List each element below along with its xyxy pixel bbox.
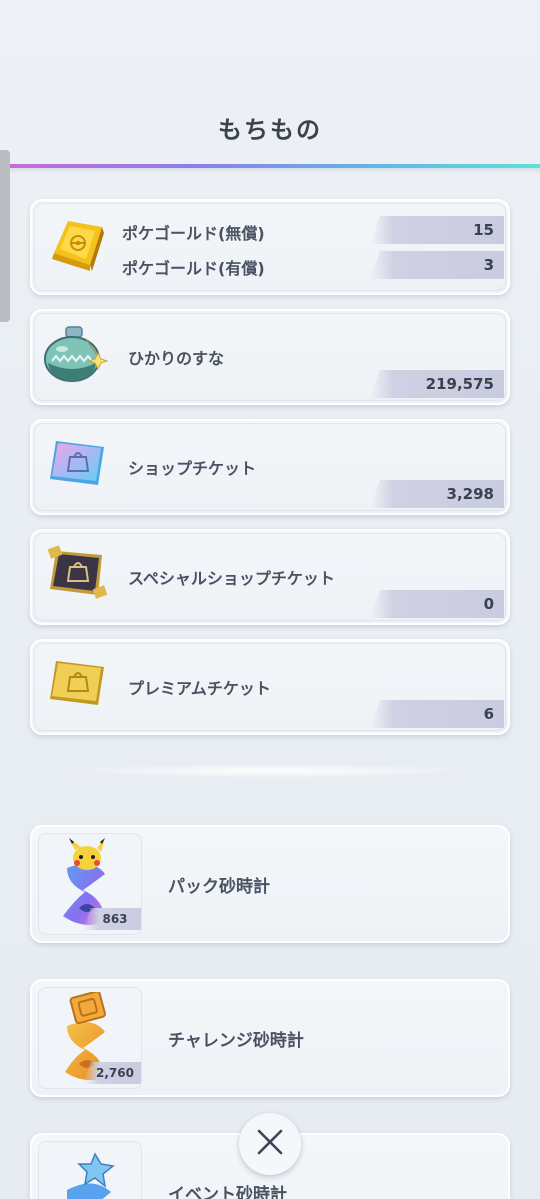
shop-ticket-value-bar: 3,298	[370, 480, 504, 508]
event-hourglass-label: イベント砂時計	[168, 1185, 287, 1199]
poke-gold-free-label: ポケゴールド(無償)	[122, 224, 265, 243]
event-hourglass-thumb	[38, 1141, 142, 1199]
special-shop-ticket-icon	[46, 543, 108, 607]
shining-sand-value: 219,575	[425, 375, 494, 393]
special-shop-ticket-label: スペシャルショップチケット	[128, 569, 335, 588]
poke-gold-paid-value: 3	[483, 256, 494, 274]
shining-sand-value-bar: 219,575	[370, 370, 504, 398]
premium-ticket-value-bar: 6	[370, 700, 504, 728]
shining-sand-bottle-icon	[42, 323, 114, 393]
poke-gold-free-value-bar: 15	[370, 216, 504, 244]
shining-sand-label: ひかりのすな	[128, 349, 225, 368]
poke-gold-paid-value-bar: 3	[370, 251, 504, 279]
close-button[interactable]	[239, 1113, 301, 1175]
page-title: もちもの	[218, 116, 322, 144]
challenge-hourglass-card[interactable]: 2,760 チャレンジ砂時計	[30, 979, 510, 1097]
event-hourglass-icon	[57, 1150, 127, 1199]
pack-hourglass-card[interactable]: 863 パック砂時計	[30, 825, 510, 943]
side-drawer-handle[interactable]	[0, 150, 10, 322]
shop-ticket-card[interactable]: ショップチケット 3,298	[30, 419, 510, 515]
pack-hourglass-count: 863	[83, 908, 141, 930]
special-shop-ticket-value-bar: 0	[370, 590, 504, 618]
accent-line-shadow	[10, 168, 540, 174]
items-page: もちもの ポケゴールド(無償) ポケゴールド(有償) 15 3 ひかりのすな 2…	[0, 0, 540, 1199]
gold-bar-icon	[46, 213, 108, 279]
close-icon	[255, 1127, 285, 1161]
poke-gold-card[interactable]: ポケゴールド(無償) ポケゴールド(有償) 15 3	[30, 199, 510, 295]
section-divider	[60, 764, 480, 778]
pack-hourglass-thumb: 863	[38, 833, 142, 935]
shop-ticket-value: 3,298	[446, 485, 494, 503]
shining-sand-card[interactable]: ひかりのすな 219,575	[30, 309, 510, 405]
pack-hourglass-label: パック砂時計	[168, 877, 270, 897]
shop-ticket-label: ショップチケット	[128, 459, 257, 478]
challenge-hourglass-count: 2,760	[83, 1062, 141, 1084]
challenge-hourglass-label: チャレンジ砂時計	[168, 1031, 304, 1051]
poke-gold-paid-label: ポケゴールド(有償)	[122, 259, 265, 278]
shop-ticket-icon	[46, 435, 108, 495]
premium-ticket-icon	[46, 655, 108, 715]
premium-ticket-value: 6	[483, 705, 494, 723]
premium-ticket-card[interactable]: プレミアムチケット 6	[30, 639, 510, 735]
poke-gold-free-value: 15	[473, 221, 494, 239]
special-shop-ticket-card[interactable]: スペシャルショップチケット 0	[30, 529, 510, 625]
challenge-hourglass-thumb: 2,760	[38, 987, 142, 1089]
premium-ticket-label: プレミアムチケット	[128, 679, 271, 698]
special-shop-ticket-value: 0	[483, 595, 494, 613]
